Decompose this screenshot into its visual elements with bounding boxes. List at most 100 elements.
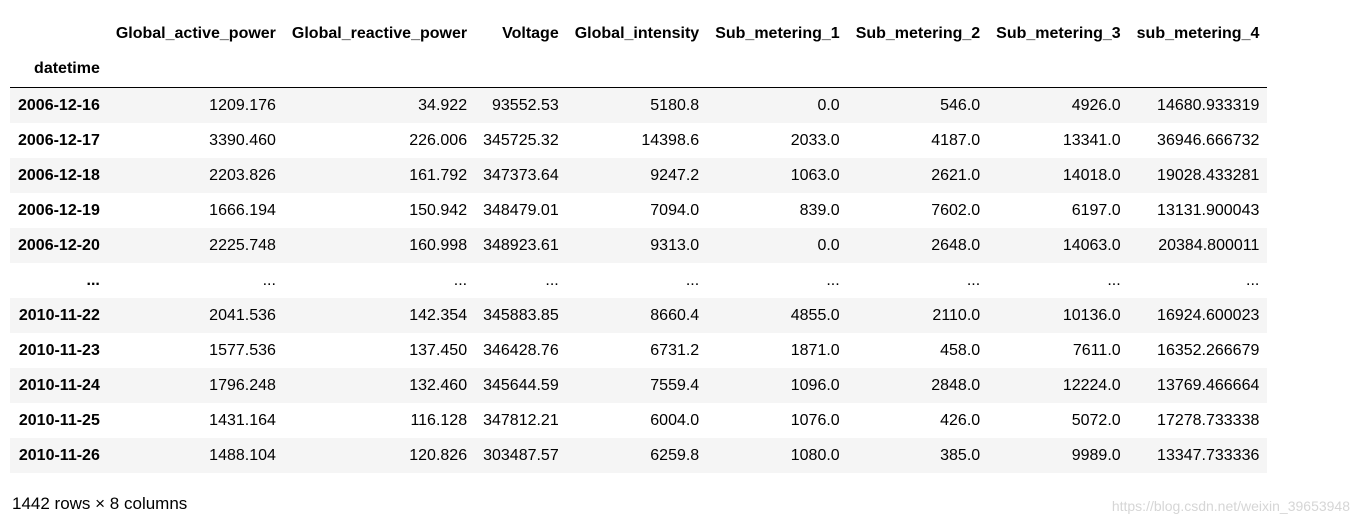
table-cell: 34.922 xyxy=(418,97,468,114)
row-index: 2006-12-17 xyxy=(18,132,100,149)
table-cell: 16352.266679 xyxy=(1157,342,1260,359)
table-cell: 345883.85 xyxy=(483,307,559,324)
index-name: datetime xyxy=(34,60,100,77)
empty-header-cell xyxy=(848,51,988,88)
empty-header-cell xyxy=(707,51,847,88)
table-row: 2010-11-23 1577.536 137.450 346428.76 6731.2… xyxy=(10,333,1268,368)
table-cell: 17278.733338 xyxy=(1157,412,1260,429)
table-cell: 6731.2 xyxy=(650,342,700,359)
table-cell: 142.354 xyxy=(409,307,468,324)
table-cell: 161.792 xyxy=(409,167,468,184)
table-cell: 13769.466664 xyxy=(1157,377,1260,394)
table-row: 2010-11-25 1431.164 116.128 347812.21 6004.0… xyxy=(10,403,1268,438)
table-cell: 348479.01 xyxy=(483,202,559,219)
table-cell: ... xyxy=(262,272,276,289)
table-cell: 20384.800011 xyxy=(1158,237,1260,254)
table-cell: 13347.733336 xyxy=(1157,447,1260,464)
table-cell: 116.128 xyxy=(410,412,468,429)
table-cell: 1666.194 xyxy=(209,202,276,219)
table-cell: 6197.0 xyxy=(1071,202,1121,219)
row-index: 2006-12-16 xyxy=(18,97,100,114)
table-cell: 5072.0 xyxy=(1071,412,1121,429)
empty-header-cell xyxy=(284,51,475,88)
index-name-row: datetime xyxy=(10,51,1268,88)
table-cell: 16924.600023 xyxy=(1157,307,1260,324)
ellipsis-row: ........................... xyxy=(10,263,1268,298)
column-header: Voltage xyxy=(502,25,559,42)
table-cell: 348923.61 xyxy=(483,237,559,254)
table-cell: ... xyxy=(966,272,981,289)
row-index: 2006-12-19 xyxy=(18,202,100,219)
empty-header-cell xyxy=(1129,51,1268,88)
table-row: 2006-12-16 1209.176 34.922 93552.53 5180.8 0.… xyxy=(10,87,1268,123)
column-header: Global_reactive_power xyxy=(291,25,468,42)
column-header-row: Global_active_power Global_reactive_powe… xyxy=(10,16,1267,51)
table-cell: 14018.0 xyxy=(1062,167,1121,184)
table-cell: 1796.248 xyxy=(209,377,276,394)
table-cell: 4926.0 xyxy=(1071,97,1121,114)
column-header: Sub_metering_1 xyxy=(715,25,840,42)
table-cell: 1080.0 xyxy=(790,447,840,464)
row-index: 2010-11-24 xyxy=(18,377,100,394)
table-row: 2010-11-22 2041.536 142.354 345883.85 8660.4… xyxy=(10,298,1268,333)
table-cell: 14680.933319 xyxy=(1157,97,1260,114)
table-cell: 19028.433281 xyxy=(1157,167,1260,184)
table-cell: 839.0 xyxy=(799,202,840,219)
table-cell: 426.0 xyxy=(940,412,981,429)
table-cell: 150.942 xyxy=(409,202,468,219)
empty-header-cell xyxy=(988,51,1128,88)
table-cell: 1431.164 xyxy=(209,412,276,429)
table-cell: 2203.826 xyxy=(209,167,276,184)
table-cell: 4855.0 xyxy=(790,307,840,324)
table-cell: 14398.6 xyxy=(641,132,700,149)
table-cell: ... xyxy=(545,272,559,289)
table-cell: 7602.0 xyxy=(931,202,981,219)
row-index: 2010-11-25 xyxy=(18,412,100,429)
table-cell: 2848.0 xyxy=(931,377,981,394)
table-cell: 2033.0 xyxy=(790,132,840,149)
table-cell: 0.0 xyxy=(817,97,840,114)
table-cell: ... xyxy=(826,272,840,289)
table-cell: 7559.4 xyxy=(650,377,700,394)
table-cell: 5180.8 xyxy=(650,97,700,114)
table-cell: 2225.748 xyxy=(209,237,276,254)
table-cell: 1076.0 xyxy=(790,412,840,429)
table-cell: 137.450 xyxy=(409,342,468,359)
table-row: 2006-12-20 2225.748 160.998 348923.61 9313.0… xyxy=(10,228,1268,263)
column-header: sub_metering_4 xyxy=(1136,25,1260,42)
table-cell: 546.0 xyxy=(940,97,981,114)
table-cell: 385.0 xyxy=(940,447,981,464)
table-cell: 2041.536 xyxy=(209,307,276,324)
empty-header-cell xyxy=(475,51,567,88)
table-cell: 1577.536 xyxy=(209,342,276,359)
table-cell: 303487.57 xyxy=(483,447,559,464)
empty-header-cell xyxy=(108,51,284,88)
table-row: 2010-11-26 1488.104 120.826 303487.57 6259.8… xyxy=(10,438,1268,473)
corner-cell xyxy=(10,16,108,51)
table-cell: 7611.0 xyxy=(1072,342,1121,359)
table-cell: 6004.0 xyxy=(650,412,700,429)
table-cell: ... xyxy=(1246,272,1260,289)
table-cell: 3390.460 xyxy=(209,132,276,149)
table-cell: 93552.53 xyxy=(492,97,559,114)
dataframe-output: Global_active_power Global_reactive_powe… xyxy=(10,16,1268,473)
row-index: ... xyxy=(86,272,100,289)
table-cell: 9989.0 xyxy=(1071,447,1121,464)
table-cell: 346428.76 xyxy=(483,342,559,359)
table-cell: 1871.0 xyxy=(790,342,840,359)
table-row: 2010-11-24 1796.248 132.460 345644.59 7559.4… xyxy=(10,368,1268,403)
column-header: Global_active_power xyxy=(115,25,276,42)
table-cell: 7094.0 xyxy=(650,202,700,219)
column-header: Global_intensity xyxy=(574,25,700,42)
watermark: https://blog.csdn.net/weixin_39653948 xyxy=(1111,498,1350,514)
table-cell: 36946.666732 xyxy=(1157,132,1260,149)
table-cell: 345725.32 xyxy=(483,132,559,149)
table-row: 2006-12-17 3390.460 226.006 345725.32 14398.… xyxy=(10,123,1268,158)
column-header: Sub_metering_2 xyxy=(855,25,981,42)
table-cell: ... xyxy=(453,272,468,289)
table-cell: 345644.59 xyxy=(483,377,559,394)
table-cell: 9313.0 xyxy=(650,237,700,254)
dataframe-shape: 1442 rows × 8 columns xyxy=(12,494,188,513)
column-header: Sub_metering_3 xyxy=(996,25,1121,42)
table-cell: 132.460 xyxy=(409,377,468,394)
